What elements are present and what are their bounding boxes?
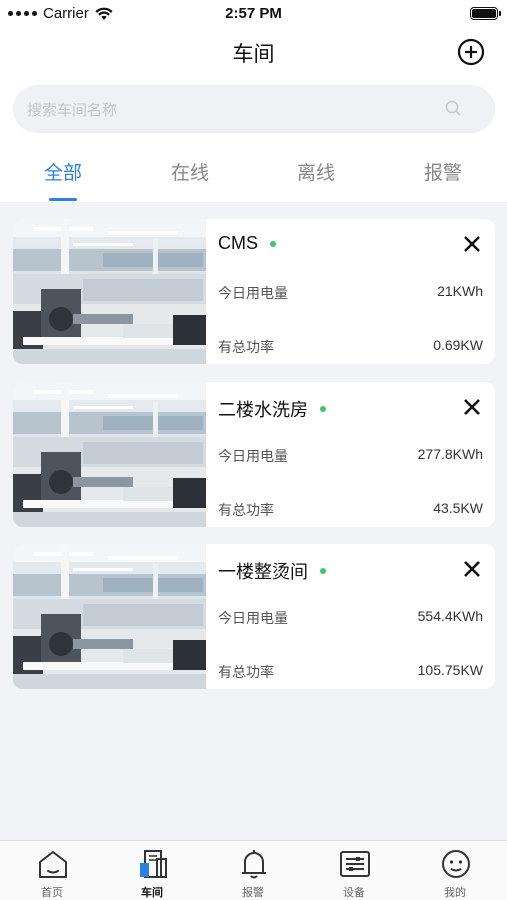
nav-bar: 车间: [0, 28, 507, 78]
online-status-dot: [320, 406, 326, 412]
energy-label: 今日用电量: [218, 285, 288, 301]
close-icon[interactable]: [463, 560, 481, 578]
power-label: 有总功率: [218, 664, 274, 680]
energy-value: 21KWh: [437, 283, 483, 299]
search-bar: 搜索车间名称: [0, 78, 507, 140]
tabbar-item-home[interactable]: 首页: [2, 841, 102, 900]
page-title: 车间: [232, 43, 275, 66]
online-status-dot: [270, 240, 276, 247]
workshop-image: [13, 382, 206, 527]
power-label: 有总功率: [218, 502, 274, 518]
tab-alarm[interactable]: 报警: [413, 158, 473, 185]
search-input[interactable]: 搜索车间名称: [13, 85, 495, 133]
workshop-name: 一楼整烫间: [218, 558, 326, 584]
tabbar-label-profile: 我的: [444, 887, 466, 899]
workshop-name: 二楼水洗房: [218, 396, 326, 422]
online-status-dot: [320, 568, 326, 574]
search-icon[interactable]: [444, 99, 462, 117]
workshop-name: CMS: [218, 233, 276, 254]
workshop-image: [13, 544, 206, 689]
workshop-image: [13, 219, 206, 364]
tabbar-label-alarm: 报警: [242, 887, 264, 899]
tabbar-item-profile[interactable]: 我的: [405, 841, 505, 900]
energy-label: 今日用电量: [218, 610, 288, 626]
energy-value: 277.8KWh: [417, 446, 483, 462]
energy-label: 今日用电量: [218, 448, 288, 464]
bottom-tab-bar: 首页 车间 报警 设备 我的: [0, 840, 507, 900]
power-value: 43.5KW: [433, 500, 483, 516]
power-label: 有总功率: [218, 339, 274, 355]
tabbar-label-device: 设备: [343, 887, 365, 899]
battery-icon: [470, 7, 501, 20]
tabbar-item-alarm[interactable]: 报警: [203, 841, 303, 900]
close-icon[interactable]: [463, 398, 481, 416]
device-icon: [340, 851, 370, 877]
tab-online[interactable]: 在线: [160, 158, 220, 185]
status-bar: Carrier 2:57 PM: [0, 0, 507, 28]
search-placeholder: 搜索车间名称: [27, 102, 118, 119]
tabbar-item-workshop[interactable]: 车间: [102, 841, 202, 900]
tab-offline[interactable]: 离线: [286, 158, 346, 185]
building-icon: [140, 850, 167, 878]
tabbar-label-home: 首页: [41, 887, 63, 899]
home-icon: [39, 851, 67, 878]
profile-icon: [442, 850, 470, 878]
status-time: 2:57 PM: [225, 5, 282, 22]
active-tab-indicator: [49, 198, 77, 201]
workshop-card[interactable]: 二楼水洗房 今日用电量 277.8KWh 有总功率 43.5KW: [13, 382, 495, 527]
workshop-card[interactable]: 一楼整烫间 今日用电量 554.4KWh 有总功率 105.75KW: [13, 544, 495, 689]
tabbar-item-device[interactable]: 设备: [304, 841, 404, 900]
plus-circle-icon[interactable]: [457, 38, 485, 66]
workshop-card[interactable]: CMS 今日用电量 21KWh 有总功率 0.69KW: [13, 219, 495, 364]
energy-value: 554.4KWh: [417, 608, 483, 624]
power-value: 105.75KW: [417, 662, 483, 678]
power-value: 0.69KW: [433, 337, 483, 353]
bell-icon: [242, 850, 266, 879]
filter-tabs: 全部 在线 离线 报警: [0, 140, 507, 202]
close-icon[interactable]: [463, 235, 481, 253]
tabbar-label-workshop: 车间: [141, 887, 163, 899]
tab-all[interactable]: 全部: [33, 158, 93, 185]
